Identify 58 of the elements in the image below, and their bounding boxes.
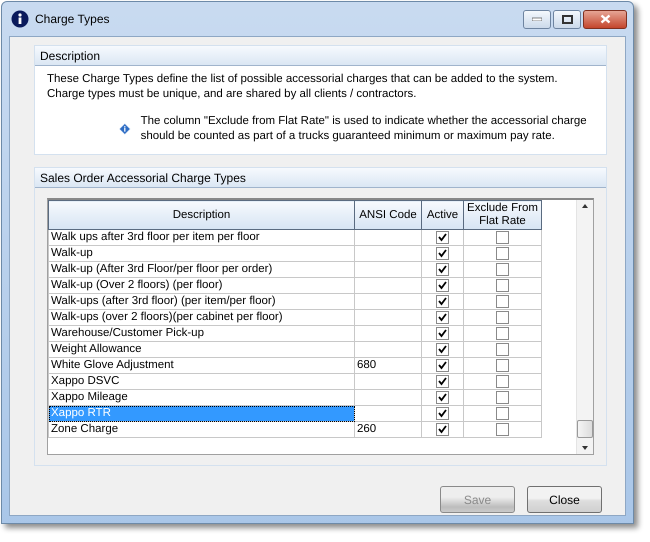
table-cell: 260	[354, 422, 422, 438]
close-icon	[600, 14, 610, 24]
checkbox[interactable]	[436, 359, 449, 372]
checkbox[interactable]	[496, 359, 509, 372]
note-text: The column "Exclude from Flat Rate" is used to indicate whether the accessorial charge should be counted as part of a trucks guaranteed minimum or maximum pay rate.	[140, 114, 588, 144]
checkbox[interactable]	[496, 423, 509, 436]
checkbox[interactable]	[436, 407, 449, 420]
checkbox[interactable]	[436, 295, 449, 308]
checkbox[interactable]	[436, 263, 449, 276]
minimize-button[interactable]	[523, 10, 551, 28]
checkbox[interactable]	[436, 247, 449, 260]
window-title: Charge Types	[35, 12, 110, 26]
description-text: These Charge Types define the list of possible accessorial charges that can be added to the system. Charge types must be unique, and are shared by all clients / contractors.	[47, 72, 559, 102]
scrollbar[interactable]	[576, 200, 593, 454]
checkbox[interactable]	[436, 311, 449, 324]
checkbox[interactable]	[496, 279, 509, 292]
table-cell[interactable]: Zone Charge	[48, 422, 354, 438]
checkbox[interactable]	[436, 327, 449, 340]
checkbox[interactable]	[496, 391, 509, 404]
close-button[interactable]	[583, 10, 627, 28]
checkbox[interactable]	[496, 327, 509, 340]
checkbox[interactable]	[496, 375, 509, 388]
table-cell[interactable]: Walk-ups (over 2 floors)(per cabinet per floor)	[48, 310, 354, 326]
checkbox[interactable]	[436, 391, 449, 404]
checkbox[interactable]	[436, 375, 449, 388]
checkbox[interactable]	[436, 343, 449, 356]
maximize-icon	[562, 14, 572, 24]
checkbox[interactable]	[496, 295, 509, 308]
checkbox[interactable]	[436, 279, 449, 292]
checkbox[interactable]	[496, 311, 509, 324]
table-cell: 680	[354, 358, 422, 374]
dialog-button[interactable]: Close	[527, 486, 602, 513]
table-cell[interactable]: Walk-up	[48, 246, 354, 262]
table-cell[interactable]: Weight Allowance	[48, 342, 354, 358]
table-cell[interactable]: Warehouse/Customer Pick-up	[48, 326, 354, 342]
scroll-thumb[interactable]	[577, 420, 593, 438]
info-icon	[11, 10, 29, 28]
checkbox[interactable]	[436, 423, 449, 436]
checkbox[interactable]	[496, 247, 509, 260]
checkbox[interactable]	[496, 231, 509, 244]
table-cell[interactable]: White Glove Adjustment	[48, 358, 354, 374]
table-cell[interactable]: Walk-ups (after 3rd floor) (per item/per floor)	[48, 294, 354, 310]
column-header[interactable]: Description	[48, 200, 354, 230]
column-header[interactable]: ANSI Code	[354, 200, 422, 230]
column-header[interactable]: Exclude From Flat Rate	[464, 200, 542, 230]
checkbox[interactable]	[496, 263, 509, 276]
checkbox[interactable]	[436, 231, 449, 244]
panel-title: Description	[35, 46, 606, 66]
maximize-button[interactable]	[553, 10, 581, 28]
minimize-icon	[532, 17, 542, 21]
table-cell[interactable]: Walk-up (Over 2 floors) (per floor)	[48, 278, 354, 294]
panel-title: Sales Order Accessorial Charge Types	[35, 168, 606, 188]
checkbox[interactable]	[496, 407, 509, 420]
table-cell[interactable]: Walk-up (After 3rd Floor/per floor per order)	[48, 262, 354, 278]
table-cell[interactable]: Xappo DSVC	[48, 374, 354, 390]
checkbox[interactable]	[496, 343, 509, 356]
table-cell[interactable]: Walk ups after 3rd floor per item per floor	[48, 230, 354, 246]
column-header[interactable]: Active	[422, 200, 464, 230]
